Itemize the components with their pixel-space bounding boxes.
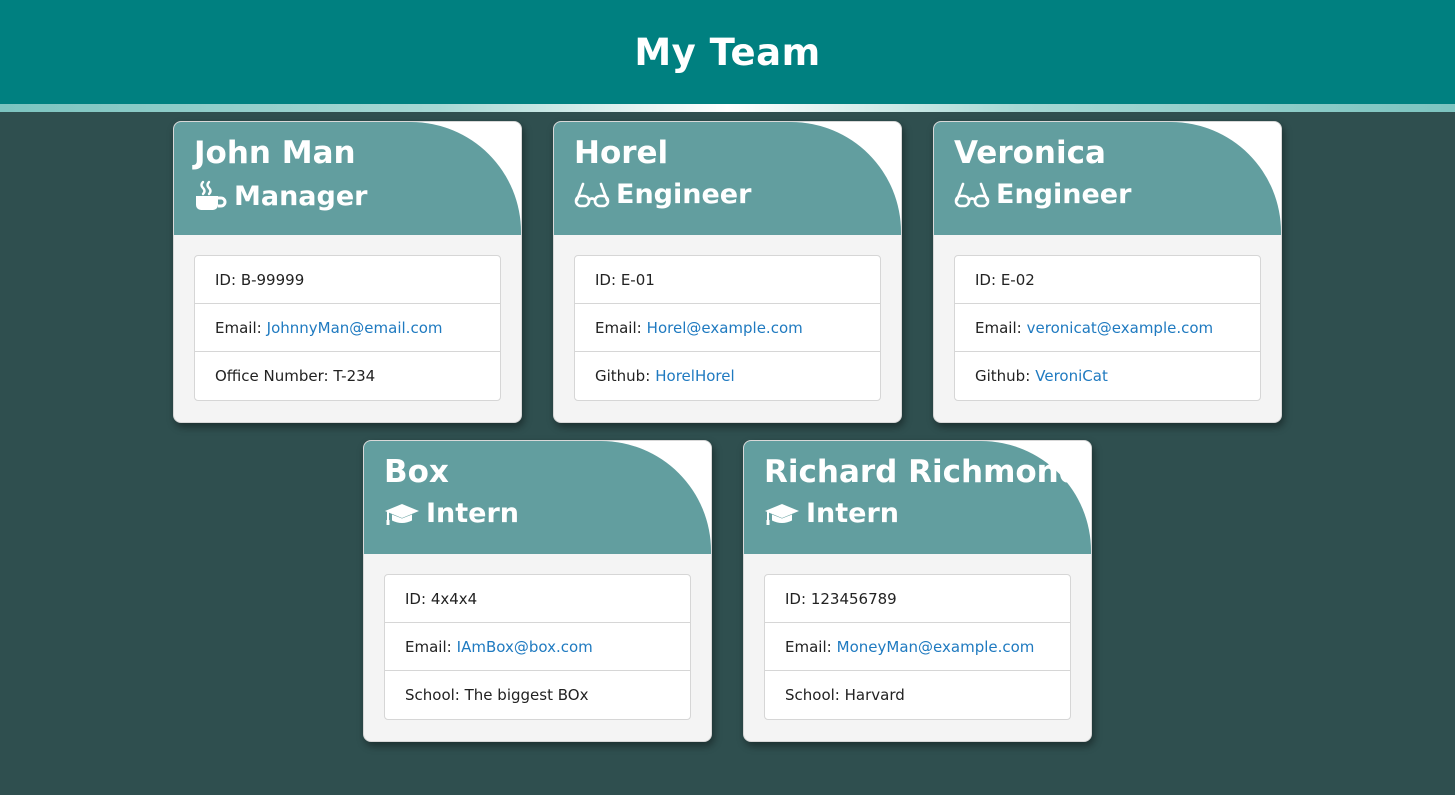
id-label: ID: [975, 270, 997, 289]
employee-role: Intern [384, 498, 519, 529]
employee-card: Veronica Engineer ID: E-02 Email: veroni… [933, 121, 1282, 423]
email-link[interactable]: Horel@example.com [647, 319, 803, 337]
employee-id: ID: 4x4x4 [385, 575, 690, 623]
card-body: ID: B-99999 Email: JohnnyMan@email.com Of… [174, 235, 521, 421]
employee-id: ID: 123456789 [765, 575, 1070, 623]
employee-role: Manager [194, 179, 367, 213]
email-label: Email: [785, 637, 832, 656]
card-row: Box Intern ID: 4x4x4 Email: IAmBox@box.c… [0, 440, 1455, 742]
github-label: Github: [595, 367, 651, 385]
school-value: Harvard [844, 686, 905, 704]
employee-role-label: Intern [806, 498, 900, 529]
employee-name: Veronica [954, 135, 1106, 171]
employee-name: John Man [194, 135, 356, 171]
id-label: ID: [785, 589, 807, 608]
id-value: 123456789 [810, 589, 897, 608]
card-body: ID: E-02 Email: veronicat@example.com Git… [934, 235, 1281, 421]
employee-name: Box [384, 454, 449, 490]
employee-role-label: Engineer [616, 179, 752, 210]
employee-card: Box Intern ID: 4x4x4 Email: IAmBox@box.c… [363, 440, 712, 742]
glasses-icon [954, 180, 990, 210]
email-label: Email: [595, 318, 642, 337]
id-label: ID: [215, 270, 237, 289]
employee-role: Engineer [574, 179, 751, 210]
employee-name: Richard Richmond [764, 454, 1081, 490]
coffee-icon [194, 179, 228, 213]
employee-name: Horel [574, 135, 669, 171]
github-link[interactable]: HorelHorel [655, 367, 734, 385]
card-header: Horel Engineer [554, 122, 901, 235]
email-label: Email: [215, 318, 262, 337]
id-value: B-99999 [240, 270, 305, 289]
employee-card: Richard Richmond Intern ID: 123456789 Em… [743, 440, 1092, 742]
team-container: John Man Manager ID: B-99999 Email: John… [0, 121, 1455, 742]
email-label: Email: [405, 637, 452, 656]
employee-email: Email: JohnnyMan@email.com [195, 304, 500, 352]
school-label: School: [785, 686, 840, 704]
office-value: T-234 [333, 367, 376, 385]
employee-details: ID: 4x4x4 Email: IAmBox@box.com School: T… [384, 574, 691, 720]
card-header: Richard Richmond Intern [744, 441, 1091, 554]
email-label: Email: [975, 318, 1022, 337]
page-header: My Team [0, 0, 1455, 104]
page-title: My Team [634, 30, 821, 74]
employee-id: ID: E-02 [955, 256, 1260, 304]
employee-card: John Man Manager ID: B-99999 Email: John… [173, 121, 522, 423]
email-link[interactable]: veronicat@example.com [1027, 319, 1213, 337]
employee-details: ID: 123456789 Email: MoneyMan@example.com… [764, 574, 1071, 720]
employee-email: Email: IAmBox@box.com [385, 623, 690, 671]
card-body: ID: 123456789 Email: MoneyMan@example.com… [744, 554, 1091, 740]
card-header: John Man Manager [174, 122, 521, 235]
card-body: ID: 4x4x4 Email: IAmBox@box.com School: T… [364, 554, 711, 740]
id-value: E-02 [1000, 270, 1035, 289]
id-value: E-01 [620, 270, 655, 289]
employee-email: Email: MoneyMan@example.com [765, 623, 1070, 671]
school-label: School: [405, 686, 460, 704]
card-body: ID: E-01 Email: Horel@example.com Github:… [554, 235, 901, 421]
id-value: 4x4x4 [430, 589, 478, 608]
glasses-icon [574, 180, 610, 210]
employee-school: School: Harvard [765, 671, 1070, 719]
card-header: Box Intern [364, 441, 711, 554]
employee-role-label: Manager [234, 180, 368, 212]
graduation-cap-icon [764, 499, 800, 529]
employee-email: Email: Horel@example.com [575, 304, 880, 352]
school-value: The biggest BOx [464, 686, 589, 704]
card-row: John Man Manager ID: B-99999 Email: John… [0, 121, 1455, 423]
id-label: ID: [595, 270, 617, 289]
github-link[interactable]: VeroniCat [1035, 367, 1108, 385]
employee-office-number: Office Number: T-234 [195, 352, 500, 400]
office-label: Office Number: [215, 367, 329, 385]
employee-role-label: Engineer [996, 179, 1132, 210]
email-link[interactable]: IAmBox@box.com [457, 638, 593, 656]
id-label: ID: [405, 589, 427, 608]
email-link[interactable]: JohnnyMan@email.com [267, 319, 443, 337]
employee-details: ID: E-01 Email: Horel@example.com Github:… [574, 255, 881, 401]
employee-details: ID: E-02 Email: veronicat@example.com Git… [954, 255, 1261, 401]
employee-details: ID: B-99999 Email: JohnnyMan@email.com Of… [194, 255, 501, 401]
email-link[interactable]: MoneyMan@example.com [837, 638, 1035, 656]
employee-id: ID: E-01 [575, 256, 880, 304]
github-label: Github: [975, 367, 1031, 385]
card-header: Veronica Engineer [934, 122, 1281, 235]
employee-school: School: The biggest BOx [385, 671, 690, 719]
employee-role: Engineer [954, 179, 1131, 210]
employee-email: Email: veronicat@example.com [955, 304, 1260, 352]
employee-card: Horel Engineer ID: E-01 Email: Horel@exa… [553, 121, 902, 423]
employee-id: ID: B-99999 [195, 256, 500, 304]
employee-github: Github: HorelHorel [575, 352, 880, 400]
employee-role: Intern [764, 498, 899, 529]
employee-role-label: Intern [426, 498, 520, 529]
graduation-cap-icon [384, 499, 420, 529]
employee-github: Github: VeroniCat [955, 352, 1260, 400]
header-divider [0, 104, 1455, 112]
